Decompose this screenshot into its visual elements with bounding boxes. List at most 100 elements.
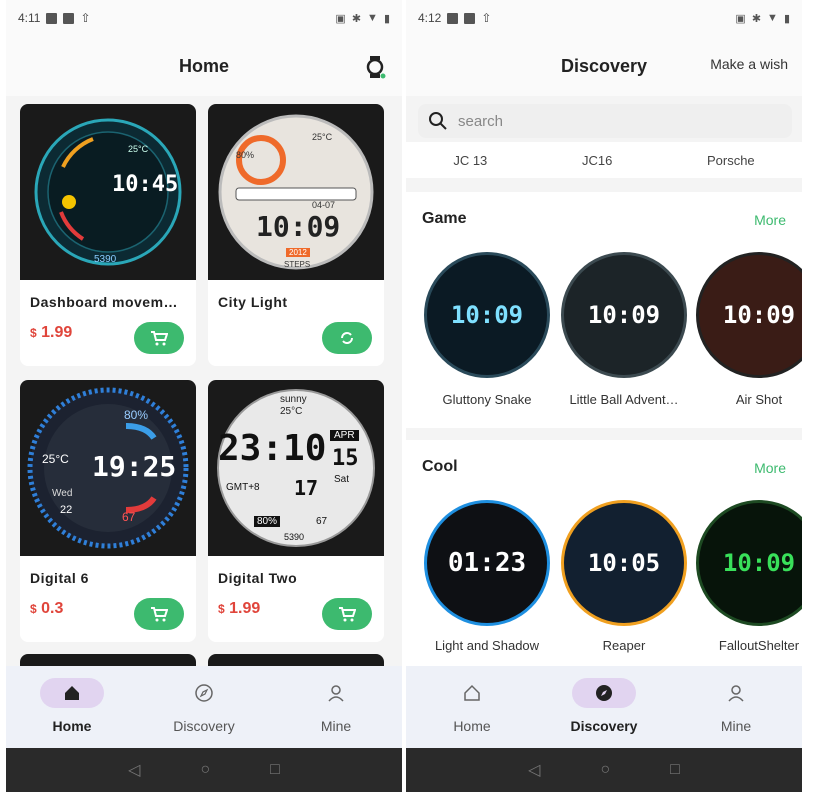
- watchface-grid: 10:45 25°C 5390 Dashboard movem… $ 1.99 …: [6, 96, 402, 666]
- watchface-preview: 10:45 25°C 5390: [20, 104, 196, 280]
- bottom-tab-bar: Home Discovery Mine: [6, 666, 402, 748]
- face-day: Sat: [334, 474, 350, 485]
- brand-item[interactable]: JC16: [582, 153, 612, 168]
- page-title: Home: [178, 55, 229, 76]
- face-temp: 25°C: [280, 406, 303, 417]
- system-nav-bar: ◁ ○ □: [6, 748, 402, 792]
- watchface-preview: sunny 25°C 23:10 APR 15 Sat GMT+8 17 80%…: [208, 380, 384, 556]
- face-time: 10:09: [450, 301, 524, 329]
- more-link[interactable]: More: [754, 460, 786, 476]
- watchface-thumb[interactable]: 10:09: [424, 252, 550, 378]
- watch-connect-button[interactable]: [364, 54, 386, 80]
- face-temp: 25°C: [128, 144, 149, 154]
- tab-label: Mine: [320, 718, 352, 734]
- watchface-label: Reaper: [602, 638, 646, 653]
- status-bar: 4:12 ⇧ ▣ ✱ ▼ ▮: [406, 0, 802, 36]
- watchface-thumb[interactable]: 10:09: [561, 252, 687, 378]
- watchface-thumb[interactable]: 10:09: [696, 500, 802, 626]
- more-link[interactable]: More: [754, 212, 786, 228]
- recents-icon[interactable]: □: [670, 761, 680, 779]
- cart-icon: [151, 331, 168, 346]
- search-input[interactable]: search: [418, 104, 792, 138]
- section-title: Cool: [422, 458, 458, 475]
- watchface-card[interactable]: 80% 25°C Wed 22 19:25 67 Digital 6 $ 0.3: [20, 380, 196, 642]
- cart-icon: [339, 607, 356, 622]
- face-steps: 5390: [284, 532, 305, 542]
- card-title: City Light: [218, 294, 288, 310]
- home-icon: [65, 686, 79, 700]
- buy-button[interactable]: [322, 598, 372, 630]
- watchface-thumb[interactable]: 10:05: [561, 500, 687, 626]
- card-price: $ 1.99: [218, 600, 261, 617]
- face-timezone: GMT+8: [226, 482, 260, 493]
- system-nav-bar: ◁ ○ □: [406, 748, 802, 792]
- buy-button[interactable]: [134, 322, 184, 354]
- app-header: Home: [6, 36, 402, 96]
- sync-button[interactable]: [322, 322, 372, 354]
- face-time: 10:09: [722, 301, 796, 329]
- watchface-thumb[interactable]: 10:09: [696, 252, 802, 378]
- tab-discovery[interactable]: Discovery: [138, 666, 270, 748]
- face-battery: 80%: [236, 150, 255, 160]
- face-time: 10:09: [587, 301, 661, 329]
- sync-icon: [341, 332, 353, 344]
- watchface-thumb[interactable]: 01:23: [424, 500, 550, 626]
- watchface-card[interactable]: [20, 654, 196, 666]
- back-icon[interactable]: ◁: [128, 760, 140, 780]
- tab-label: Mine: [720, 718, 752, 734]
- watchface-card[interactable]: sunny 25°C 23:10 APR 15 Sat GMT+8 17 80%…: [208, 380, 384, 642]
- notification-icon: [447, 12, 459, 24]
- tab-home[interactable]: Home: [6, 666, 138, 748]
- wifi-icon: ▼: [367, 12, 378, 24]
- card-title: Digital 6: [30, 570, 89, 586]
- home-icon: [464, 684, 480, 701]
- watchface-card[interactable]: 10:45 25°C 5390 Dashboard movem… $ 1.99: [20, 104, 196, 366]
- user-icon: [728, 685, 744, 702]
- face-heart-rate: 67: [122, 510, 136, 524]
- face-battery: 80%: [124, 408, 149, 422]
- watchface-label: Little Ball Advent…: [569, 392, 679, 407]
- compass-icon: [195, 684, 213, 702]
- watchface-preview: 80% 25°C 04-07 10:09 2012 STEPS: [208, 104, 384, 280]
- battery-icon: ▮: [383, 12, 390, 25]
- card-title: Digital Two: [218, 570, 298, 586]
- face-number: 17: [294, 476, 319, 500]
- status-bar: 4:11 ⇧ ▣ ✱ ▼ ▮: [6, 0, 402, 36]
- brand-item[interactable]: Porsche: [707, 153, 755, 168]
- home-circle-icon[interactable]: ○: [200, 761, 210, 779]
- face-time: 19:25: [92, 450, 177, 483]
- search-icon: [429, 112, 447, 130]
- make-a-wish-link[interactable]: Make a wish: [710, 56, 788, 72]
- face-time: 01:23: [447, 548, 527, 578]
- notification-icon: [464, 12, 476, 24]
- buy-button[interactable]: [134, 598, 184, 630]
- face-date: 04-07: [312, 200, 336, 210]
- face-time: 10:09: [256, 210, 341, 243]
- watchface-card[interactable]: [208, 654, 384, 666]
- page-title: Discovery: [560, 55, 648, 76]
- tab-mine[interactable]: Mine: [670, 666, 802, 748]
- tab-home[interactable]: Home: [406, 666, 538, 748]
- face-weather: sunny: [280, 394, 307, 405]
- back-icon[interactable]: ◁: [528, 760, 540, 780]
- watchface-card[interactable]: 80% 25°C 04-07 10:09 2012 STEPS City Lig…: [208, 104, 384, 366]
- search-placeholder: search: [458, 112, 504, 130]
- watchface-preview: 80% 25°C Wed 22 19:25 67: [20, 380, 196, 556]
- face-steps: 2012: [286, 248, 310, 257]
- recents-icon[interactable]: □: [270, 761, 280, 779]
- tab-mine[interactable]: Mine: [270, 666, 402, 748]
- notification-icon: [46, 12, 58, 24]
- tab-discovery[interactable]: Discovery: [538, 666, 670, 748]
- user-icon: [328, 685, 344, 702]
- face-steps: 5390: [94, 254, 117, 265]
- upload-icon: ⇧: [481, 11, 492, 25]
- brand-item[interactable]: JC 13: [453, 153, 487, 168]
- watchface-preview: [20, 654, 196, 666]
- face-steps-label: STEPS: [284, 260, 311, 269]
- section-title: Game: [422, 210, 467, 227]
- status-time: 4:12: [418, 11, 442, 25]
- bottom-tab-bar: Home Discovery Mine: [406, 666, 802, 748]
- home-circle-icon[interactable]: ○: [600, 761, 610, 779]
- card-title: Dashboard movem…: [30, 294, 179, 310]
- watchface-preview: [208, 654, 384, 666]
